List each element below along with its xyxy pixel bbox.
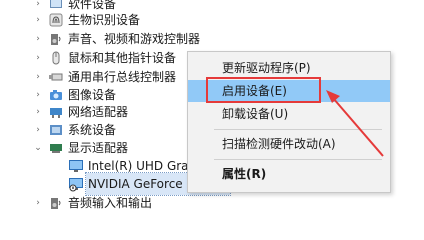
audio-io-icon <box>51 198 61 209</box>
menu-item-properties[interactable]: 属性(R) <box>188 163 390 185</box>
menu-item-uninstall-device[interactable]: 卸载设备(U) <box>188 103 390 125</box>
menu-item-label: 启用设备(E) <box>222 84 287 98</box>
menu-item-label: 属性(R) <box>222 167 267 181</box>
menu-separator <box>214 129 382 130</box>
display-adapter-icon <box>50 144 62 153</box>
chevron-right-icon[interactable]: › <box>33 125 43 135</box>
chevron-right-icon[interactable]: › <box>33 72 43 82</box>
menu-item-enable-device[interactable]: 启用设备(E) <box>188 80 390 102</box>
menu-item-scan-hardware[interactable]: 扫描检测硬件改动(A) <box>188 133 390 155</box>
menu-item-label: 扫描检测硬件改动(A) <box>222 137 336 151</box>
chevron-down-icon[interactable]: ⌄ <box>33 143 43 153</box>
chevron-right-icon[interactable]: › <box>33 198 43 208</box>
software-device-icon <box>50 0 62 8</box>
speaker-icon <box>51 34 61 45</box>
context-menu: 更新驱动程序(P) 启用设备(E) 卸载设备(U) 扫描检测硬件改动(A) 属性… <box>187 51 391 193</box>
menu-separator <box>214 159 382 160</box>
camera-icon <box>50 90 62 100</box>
chevron-right-icon[interactable]: › <box>33 53 43 63</box>
network-adapter-icon <box>50 108 62 118</box>
monitor-icon <box>69 160 83 172</box>
chevron-right-icon[interactable]: › <box>33 90 43 100</box>
chevron-right-icon[interactable]: › <box>33 34 43 44</box>
monitor-disabled-icon <box>69 178 83 192</box>
fingerprint-icon <box>49 13 63 27</box>
chevron-right-icon[interactable]: › <box>33 0 43 9</box>
menu-item-label: 更新驱动程序(P) <box>222 61 311 75</box>
mouse-icon <box>52 51 60 65</box>
usb-icon <box>49 73 63 81</box>
chevron-right-icon[interactable]: › <box>33 15 43 25</box>
chevron-right-icon[interactable]: › <box>33 107 43 117</box>
menu-item-update-driver[interactable]: 更新驱动程序(P) <box>188 57 390 79</box>
tree-item-label: 音频输入和输出 <box>68 196 153 210</box>
system-device-icon <box>50 125 62 135</box>
menu-item-label: 卸载设备(U) <box>222 107 289 121</box>
